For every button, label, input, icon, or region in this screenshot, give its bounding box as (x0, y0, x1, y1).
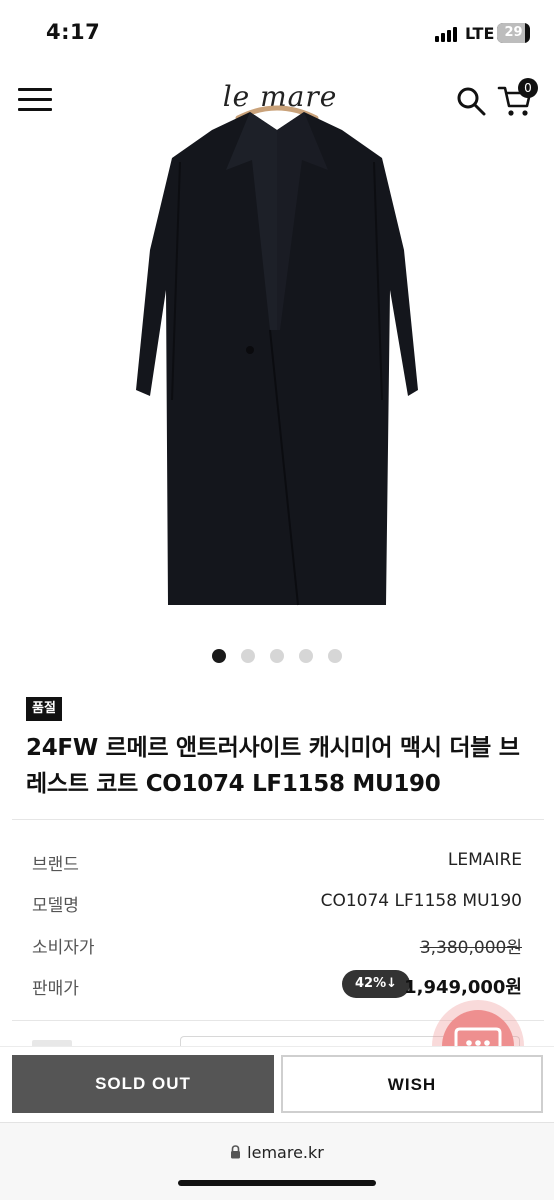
cart-count-badge: 0 (518, 78, 538, 98)
product-title: 24FW 르메르 앤트러사이트 캐시미어 맥시 더블 브레스트 코트 CO107… (26, 735, 520, 797)
retail-price-value: 3,380,000원 (419, 938, 522, 958)
search-icon[interactable] (456, 86, 486, 116)
carousel-dot[interactable] (328, 649, 343, 663)
carousel-dot[interactable] (299, 649, 314, 663)
divider (12, 819, 544, 820)
bottom-action-bar: SOLD OUT WISH (0, 1046, 554, 1122)
soldout-button[interactable]: SOLD OUT (12, 1055, 274, 1113)
home-indicator[interactable] (178, 1180, 376, 1186)
carousel-dot[interactable] (270, 649, 284, 663)
battery-level: 29 (504, 25, 523, 40)
carousel-dot[interactable] (211, 649, 226, 663)
wish-button[interactable]: WISH (281, 1055, 543, 1113)
sale-price-value: 1,949,000원 (404, 977, 522, 998)
product-image[interactable] (120, 100, 434, 610)
info-label: 판매가 (32, 979, 79, 999)
lock-icon (231, 1145, 241, 1159)
brand-value[interactable]: LEMAIRE (448, 850, 522, 870)
info-label: 소비자가 (32, 938, 95, 958)
info-label: 브랜드 (32, 855, 79, 875)
info-row-model: 모델명 CO1074 LF1158 MU190 (32, 887, 522, 917)
model-value: CO1074 LF1158 MU190 (320, 891, 522, 911)
info-row-brand: 브랜드 LEMAIRE (32, 846, 522, 876)
browser-url-bar[interactable]: lemare.kr (0, 1122, 554, 1200)
soldout-badge: 품절 (26, 697, 62, 721)
carousel-dots (0, 648, 554, 664)
network-label: LTE (465, 24, 495, 43)
url-text[interactable]: lemare.kr (247, 1143, 324, 1162)
status-bar: 4:17 LTE 29 (0, 0, 554, 66)
carousel-dot[interactable] (240, 649, 255, 663)
menu-icon[interactable] (18, 86, 52, 114)
signal-icon (435, 26, 461, 42)
info-label: 모델명 (32, 896, 79, 916)
discount-badge: 42%↓ (342, 970, 410, 998)
info-row-retail-price: 소비자가 3,380,000원 (32, 929, 522, 959)
battery-icon: 29 (497, 23, 530, 43)
status-time: 4:17 (46, 20, 101, 44)
info-row-sale-price: 판매가 42%↓ 1,949,000원 (32, 970, 522, 1000)
